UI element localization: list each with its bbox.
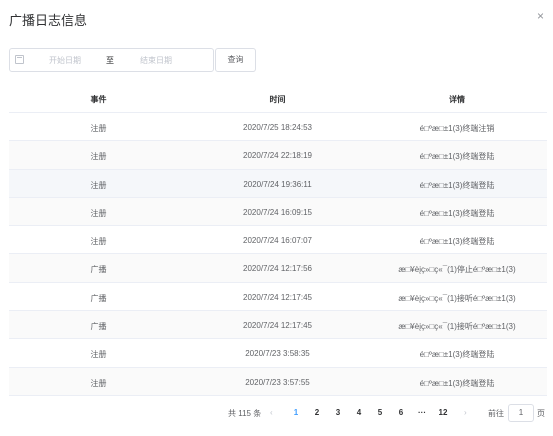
table-row[interactable]: 广播 2020/7/24 12:17:56 æ□¥èįç»□ç«¯(1)停止é□… — [9, 254, 547, 283]
time-cell: 2020/7/24 22:18:19 — [243, 151, 312, 161]
time-cell: 2020/7/23 3:58:35 — [245, 349, 310, 359]
end-date-input[interactable]: 结束日期 — [140, 55, 172, 66]
detail-cell: é□ºæ□±1(3)终端登陆 — [419, 208, 495, 218]
column-header-detail: 详情 — [449, 95, 465, 104]
table-row[interactable]: 注册 2020/7/24 19:36:11 é□ºæ□±1(3)终端登陆 — [9, 169, 547, 198]
page-4-button[interactable]: 4 — [352, 408, 366, 417]
event-cell: 注册 — [90, 124, 107, 133]
detail-cell: é□ºæ□±1(3)终端登陆 — [419, 237, 495, 247]
total-count: 共 115 条 — [228, 409, 262, 418]
event-cell: 注册 — [90, 350, 107, 360]
event-cell: 注册 — [90, 208, 107, 218]
time-cell: 2020/7/25 18:24:53 — [243, 123, 312, 132]
table-row[interactable]: 注册 2020/7/24 22:18:19 é□ºæ□±1(3)终端登陆 — [9, 141, 547, 170]
goto-label: 前往 — [488, 409, 504, 418]
table-row[interactable]: 注册 2020/7/23 3:57:55 é□ºæ□±1(3)终端登陆 — [9, 367, 547, 396]
start-date-input[interactable]: 开始日期 — [49, 55, 81, 66]
date-range-picker[interactable]: 开始日期 至 结束日期 — [9, 48, 214, 72]
calendar-icon — [15, 55, 24, 64]
time-cell: 2020/7/23 3:57:55 — [245, 377, 310, 387]
page-1-button[interactable]: 1 — [289, 408, 303, 417]
detail-cell: æ□¥èįç»□ç«¯(1)接听é□ºæ□±1(3) — [398, 322, 516, 332]
detail-cell: æ□¥èįç»□ç«¯(1)接听é□ºæ□±1(3) — [398, 293, 516, 303]
table-row[interactable]: 注册 2020/7/24 16:07:07 é□ºæ□±1(3)终端登陆 — [9, 226, 547, 255]
dialog-header: 广播日志信息 × — [0, 0, 553, 36]
query-button[interactable]: 查询 — [215, 48, 256, 72]
detail-cell: æ□¥èįç»□ç«¯(1)停止é□ºæ□±1(3) — [398, 265, 516, 275]
page-unit-label: 页 — [537, 409, 545, 418]
time-cell: 2020/7/24 16:09:15 — [243, 207, 312, 217]
dialog-title: 广播日志信息 — [9, 13, 88, 28]
time-cell: 2020/7/24 12:17:45 — [243, 292, 312, 302]
event-cell: 注册 — [90, 152, 107, 162]
event-cell: 广播 — [90, 293, 107, 303]
table-row[interactable]: 广播 2020/7/24 12:17:45 æ□¥èįç»□ç«¯(1)接听é□… — [9, 311, 547, 340]
table-row[interactable]: 广播 2020/7/24 12:17:45 æ□¥èįç»□ç«¯(1)接听é□… — [9, 283, 547, 312]
table-row[interactable]: 注册 2020/7/24 16:09:15 é□ºæ□±1(3)终端登陆 — [9, 197, 547, 227]
page-12-button[interactable]: 12 — [436, 408, 450, 417]
table-row[interactable]: 注册 2020/7/25 18:24:53 é□ºæ□±1(3)终端注销 — [9, 113, 547, 142]
detail-cell: é□ºæ□±1(3)终端登陆 — [419, 378, 495, 388]
event-cell: 广播 — [90, 322, 107, 332]
table-header: 事件 时间 详情 — [9, 84, 547, 113]
event-cell: 注册 — [90, 237, 107, 247]
detail-cell: é□ºæ□±1(3)终端登陆 — [419, 152, 495, 162]
pagination: 共 115 条 ‹ 1 2 3 4 5 6 ··· 12 › 前往 1 页 — [0, 404, 553, 424]
next-page-icon[interactable]: › — [464, 408, 467, 417]
time-cell: 2020/7/24 12:17:45 — [243, 321, 312, 331]
time-cell: 2020/7/24 19:36:11 — [243, 179, 312, 189]
detail-cell: é□ºæ□±1(3)终端登陆 — [419, 350, 495, 360]
detail-cell: é□ºæ□±1(3)终端登陆 — [419, 180, 495, 190]
time-cell: 2020/7/24 16:07:07 — [243, 236, 312, 246]
table-row[interactable]: 注册 2020/7/23 3:58:35 é□ºæ□±1(3)终端登陆 — [9, 339, 547, 368]
event-cell: 注册 — [90, 180, 107, 190]
column-header-event: 事件 — [90, 95, 107, 104]
column-header-time: 时间 — [269, 95, 286, 104]
goto-page-input[interactable]: 1 — [508, 404, 534, 422]
event-cell: 广播 — [90, 265, 107, 275]
more-pages-ellipsis[interactable]: ··· — [415, 408, 429, 417]
time-cell: 2020/7/24 12:17:56 — [243, 264, 312, 274]
page-2-button[interactable]: 2 — [310, 408, 324, 417]
prev-page-icon[interactable]: ‹ — [270, 408, 273, 417]
detail-cell: é□ºæ□±1(3)终端注销 — [419, 124, 495, 133]
log-table: 事件 时间 详情 注册 2020/7/25 18:24:53 é□ºæ□±1(3… — [9, 84, 547, 396]
close-icon[interactable]: × — [537, 10, 544, 22]
date-range-separator: 至 — [106, 56, 114, 65]
page-3-button[interactable]: 3 — [331, 408, 345, 417]
page-5-button[interactable]: 5 — [373, 408, 387, 417]
event-cell: 注册 — [90, 378, 107, 388]
page-6-button[interactable]: 6 — [394, 408, 408, 417]
